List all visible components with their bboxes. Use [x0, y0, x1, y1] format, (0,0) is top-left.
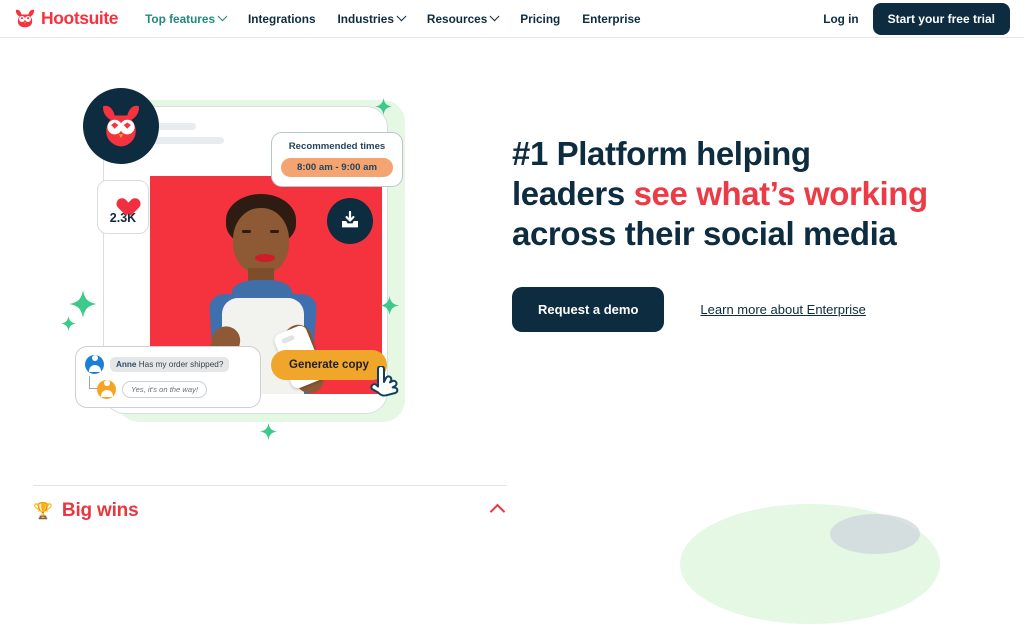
nav-item-resources[interactable]: Resources [416, 11, 509, 26]
chat-sender-name: Anne [116, 360, 137, 369]
chevron-down-icon [396, 11, 407, 22]
owl-avatar-icon [83, 88, 159, 164]
download-inbox-icon [327, 198, 373, 244]
heart-icon [112, 190, 134, 210]
chat-reply-row: Yes, it’s on the way! [89, 376, 251, 399]
avatar-anne [85, 355, 104, 374]
nav-label: Resources [426, 11, 488, 26]
sparkle-icon [375, 98, 392, 115]
big-wins-title: Big wins [61, 500, 139, 521]
headline-highlight: see what’s working [633, 175, 929, 212]
chat-reply-text: Yes, it’s on the way! [122, 381, 207, 398]
hero-section: 2.3K Recommended times 8:00 am - 9:00 am… [0, 38, 1024, 478]
header-actions: Log in Start your free trial [823, 2, 1010, 35]
owl-logo-icon [14, 9, 36, 28]
recommended-times-title: Recommended times [288, 141, 386, 152]
sparkle-icon [380, 296, 399, 315]
nav-label: Top features [145, 11, 216, 26]
recommended-times-card: Recommended times 8:00 am - 9:00 am [271, 132, 403, 187]
hand-cursor-icon [367, 365, 401, 408]
logo-text: Hootsuite [41, 8, 119, 28]
sparkle-icon [260, 423, 277, 440]
avatar-agent [97, 380, 116, 399]
nav-item-industries[interactable]: Industries [327, 11, 416, 26]
big-wins-accordion-header[interactable]: 🏆 Big wins [33, 500, 507, 522]
chat-message-text: Has my order shipped? [138, 360, 224, 369]
start-free-trial-button[interactable]: Start your free trial [872, 2, 1010, 35]
section-divider [33, 485, 507, 486]
bottom-section: 🏆 Big wins [0, 478, 1024, 624]
likes-card: 2.3K [97, 180, 149, 234]
chevron-down-icon [489, 11, 500, 22]
chevron-down-icon [217, 11, 228, 22]
nav-label: Pricing [520, 11, 561, 26]
nav-label: Industries [337, 11, 394, 26]
nav-item-top-features[interactable]: Top features [134, 11, 237, 26]
trophy-icon: 🏆 [33, 503, 53, 520]
phone-notch [281, 334, 296, 345]
page-title: #1 Platform helping leaders see what’s w… [512, 134, 932, 254]
person-eye-left [242, 230, 251, 233]
person-face [233, 208, 289, 274]
main-nav: Top features Integrations Industries Res… [134, 11, 652, 26]
site-header: Hootsuite Top features Integrations Indu… [0, 0, 1024, 38]
sparkle-icon [69, 290, 97, 318]
request-demo-button[interactable]: Request a demo [512, 287, 665, 332]
person-eye-right [270, 230, 279, 233]
chat-message-row: Anne Has my order shipped? [85, 355, 251, 374]
hero-cta-row: Request a demo Learn more about Enterpri… [512, 287, 932, 332]
nav-label: Enterprise [582, 11, 641, 26]
headline-part-2: across their social media [512, 215, 897, 252]
chat-message-bubble: Anne Has my order shipped? [110, 357, 230, 372]
learn-more-enterprise-link[interactable]: Learn more about Enterprise [700, 302, 865, 317]
sparkle-icon [61, 316, 76, 331]
grey-decorative-blob [830, 514, 920, 554]
login-link[interactable]: Log in [823, 12, 858, 26]
chat-card: Anne Has my order shipped? Yes, it’s on … [75, 346, 261, 408]
hero-copy: #1 Platform helping leaders see what’s w… [512, 134, 932, 332]
hero-illustration: 2.3K Recommended times 8:00 am - 9:00 am… [61, 78, 425, 440]
nav-item-integrations[interactable]: Integrations [237, 12, 327, 26]
nav-item-pricing[interactable]: Pricing [509, 12, 571, 26]
person-lips [255, 254, 275, 262]
nav-label: Integrations [248, 11, 316, 26]
chat-thread-connector [89, 376, 97, 389]
chevron-up-icon[interactable] [489, 503, 506, 519]
nav-item-enterprise[interactable]: Enterprise [571, 12, 651, 26]
hootsuite-logo[interactable]: Hootsuite [14, 8, 118, 29]
recommended-time-slot: 8:00 am - 9:00 am [281, 158, 393, 177]
